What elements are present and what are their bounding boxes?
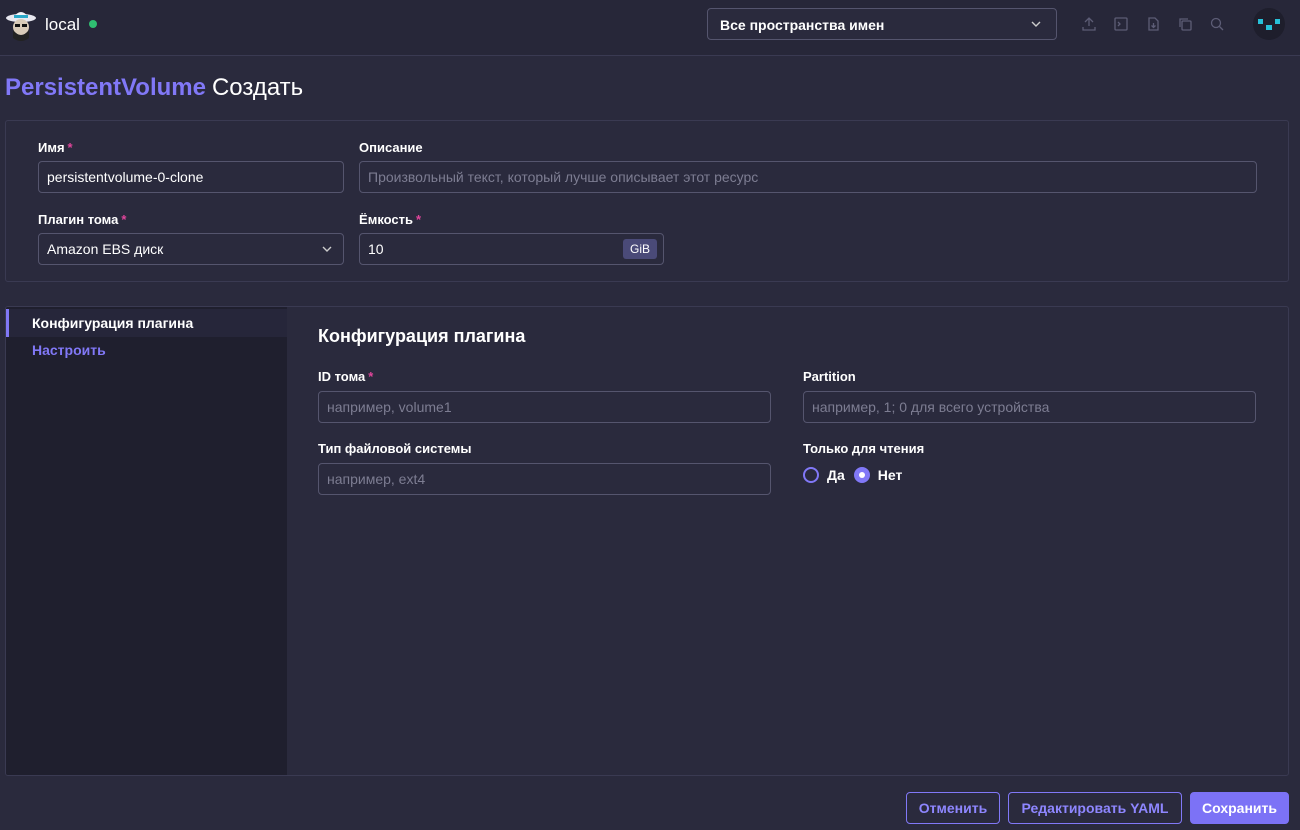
read-only-radio-group: Да Нет: [803, 467, 911, 483]
required-mark: *: [416, 212, 422, 227]
partition-label: Partition: [803, 369, 856, 384]
name-label-text: Имя: [38, 140, 65, 155]
read-only-yes-label[interactable]: Да: [827, 467, 845, 483]
capacity-label-text: Ёмкость: [359, 212, 414, 227]
required-mark: *: [67, 140, 73, 155]
capacity-label: Ёмкость *: [359, 212, 421, 227]
read-only-yes-radio[interactable]: [803, 467, 819, 483]
section-title: Конфигурация плагина: [318, 326, 526, 346]
resource-kind-link[interactable]: PersistentVolume: [5, 74, 206, 101]
description-label: Описание: [359, 140, 423, 155]
partition-placeholder: например, 1; 0 для всего устройства: [812, 399, 1050, 415]
volume-id-placeholder: например, volume1: [327, 399, 452, 415]
read-only-no-radio[interactable]: [853, 467, 870, 483]
search-icon[interactable]: [1209, 16, 1225, 32]
avatar-pattern-icon: [1258, 19, 1280, 30]
user-avatar[interactable]: [1253, 8, 1285, 40]
read-only-label: Только для чтения: [803, 441, 925, 456]
cluster-name[interactable]: local: [45, 15, 80, 35]
namespace-select[interactable]: Все пространства имен: [707, 8, 1057, 40]
name-input-value: persistentvolume-0-clone: [47, 169, 204, 185]
fs-type-placeholder: например, ext4: [327, 471, 426, 487]
partition-input[interactable]: например, 1; 0 для всего устройства: [803, 391, 1256, 423]
capacity-value: 10: [368, 241, 384, 257]
import-icon[interactable]: [1145, 16, 1161, 32]
config-sidenav: Конфигурация плагина Настроить: [6, 307, 287, 775]
volume-plugin-label-text: Плагин тома: [38, 212, 119, 227]
terminal-icon[interactable]: [1113, 16, 1129, 32]
page-title: PersistentVolume Создать: [5, 74, 303, 102]
top-bar: local Все пространства имен: [0, 0, 1300, 56]
volume-plugin-value: Amazon EBS диск: [47, 241, 164, 257]
fs-type-input[interactable]: например, ext4: [318, 463, 771, 495]
plugin-config-card: Конфигурация плагина Настроить Конфигура…: [5, 306, 1289, 776]
page-action: Создать: [211, 74, 304, 101]
cowboy-logo-icon[interactable]: [5, 6, 37, 44]
name-input[interactable]: persistentvolume-0-clone: [38, 161, 344, 193]
capacity-unit-badge: GiB: [622, 239, 657, 259]
basic-info-card: Имя * persistentvolume-0-clone Описание П…: [5, 120, 1289, 282]
volume-plugin-label: Плагин тома *: [38, 212, 126, 227]
volume-id-input[interactable]: например, volume1: [318, 391, 771, 423]
edit-yaml-button[interactable]: Редактировать YAML: [1008, 792, 1182, 824]
copy-icon[interactable]: [1177, 16, 1193, 32]
required-mark: *: [121, 212, 127, 227]
description-placeholder: Произвольный текст, который лучше описыв…: [368, 169, 759, 185]
upload-icon[interactable]: [1081, 16, 1097, 32]
required-mark: *: [368, 369, 374, 384]
sidenav-item-customize[interactable]: Настроить: [6, 336, 287, 364]
volume-id-label-text: ID тома: [318, 369, 366, 384]
cancel-button[interactable]: Отменить: [906, 792, 1000, 824]
save-button[interactable]: Сохранить: [1190, 792, 1289, 824]
cluster-status-dot: [89, 20, 97, 28]
fs-type-label: Тип файловой системы: [318, 441, 472, 456]
description-input[interactable]: Произвольный текст, который лучше описыв…: [359, 161, 1257, 193]
name-label: Имя *: [38, 140, 73, 155]
capacity-input[interactable]: 10 GiB: [359, 233, 664, 265]
volume-plugin-select[interactable]: Amazon EBS диск: [38, 233, 344, 265]
volume-id-label: ID тома *: [318, 369, 373, 384]
sidenav-item-plugin-config[interactable]: Конфигурация плагина: [6, 309, 287, 337]
read-only-no-label[interactable]: Нет: [878, 467, 903, 483]
chevron-down-icon: [322, 246, 332, 252]
namespace-select-label: Все пространства имен: [720, 17, 885, 33]
chevron-down-icon: [1031, 21, 1041, 27]
